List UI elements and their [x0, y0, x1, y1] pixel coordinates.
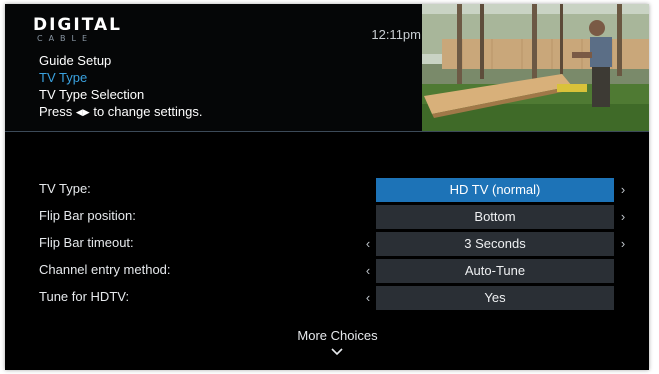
video-preview-image: [422, 4, 649, 132]
breadcrumb: Guide Setup TV Type TV Type Selection Pr…: [39, 52, 202, 121]
setting-value-tune-for-hdtv[interactable]: Yes: [376, 286, 614, 310]
setting-label-tv-type: TV Type:: [39, 181, 91, 196]
chevron-left-icon[interactable]: ‹: [363, 233, 373, 255]
setting-value-flip-bar-timeout[interactable]: 3 Seconds: [376, 232, 614, 256]
chevron-down-icon[interactable]: [329, 347, 345, 357]
setting-label-flip-bar-position: Flip Bar position:: [39, 208, 136, 223]
header-bar: DIGITAL CABLE 12:11pm Guide Setup TV Typ…: [5, 4, 649, 132]
clock: 12:11pm: [371, 27, 421, 42]
breadcrumb-tv-type: TV Type: [39, 70, 88, 85]
chevron-right-icon[interactable]: ›: [618, 233, 628, 255]
tv-guide-screen: DIGITAL CABLE 12:11pm Guide Setup TV Typ…: [5, 4, 649, 370]
chevron-left-icon[interactable]: ‹: [363, 260, 373, 282]
video-preview: [422, 4, 649, 132]
setting-value-channel-entry-method[interactable]: Auto-Tune: [376, 259, 614, 283]
left-right-arrows-icon: ◀▶: [75, 107, 90, 117]
breadcrumb-tv-type-selection: TV Type Selection: [39, 87, 145, 102]
chevron-left-icon[interactable]: ‹: [363, 287, 373, 309]
setting-label-flip-bar-timeout: Flip Bar timeout:: [39, 235, 134, 250]
setting-label-channel-entry-method: Channel entry method:: [39, 262, 171, 277]
instruction-hint: Press ◀▶ to change settings.: [39, 104, 203, 119]
more-choices-button[interactable]: More Choices: [280, 328, 395, 344]
setting-label-tune-for-hdtv: Tune for HDTV:: [39, 289, 130, 304]
setting-value-flip-bar-position[interactable]: Bottom: [376, 205, 614, 229]
breadcrumb-guide-setup: Guide Setup: [39, 53, 112, 68]
digital-cable-logo: DIGITAL CABLE: [33, 15, 122, 43]
setting-value-tv-type[interactable]: HD TV (normal): [376, 178, 614, 202]
chevron-right-icon[interactable]: ›: [618, 206, 628, 228]
header-divider: [5, 131, 649, 132]
chevron-right-icon[interactable]: ›: [618, 179, 628, 201]
